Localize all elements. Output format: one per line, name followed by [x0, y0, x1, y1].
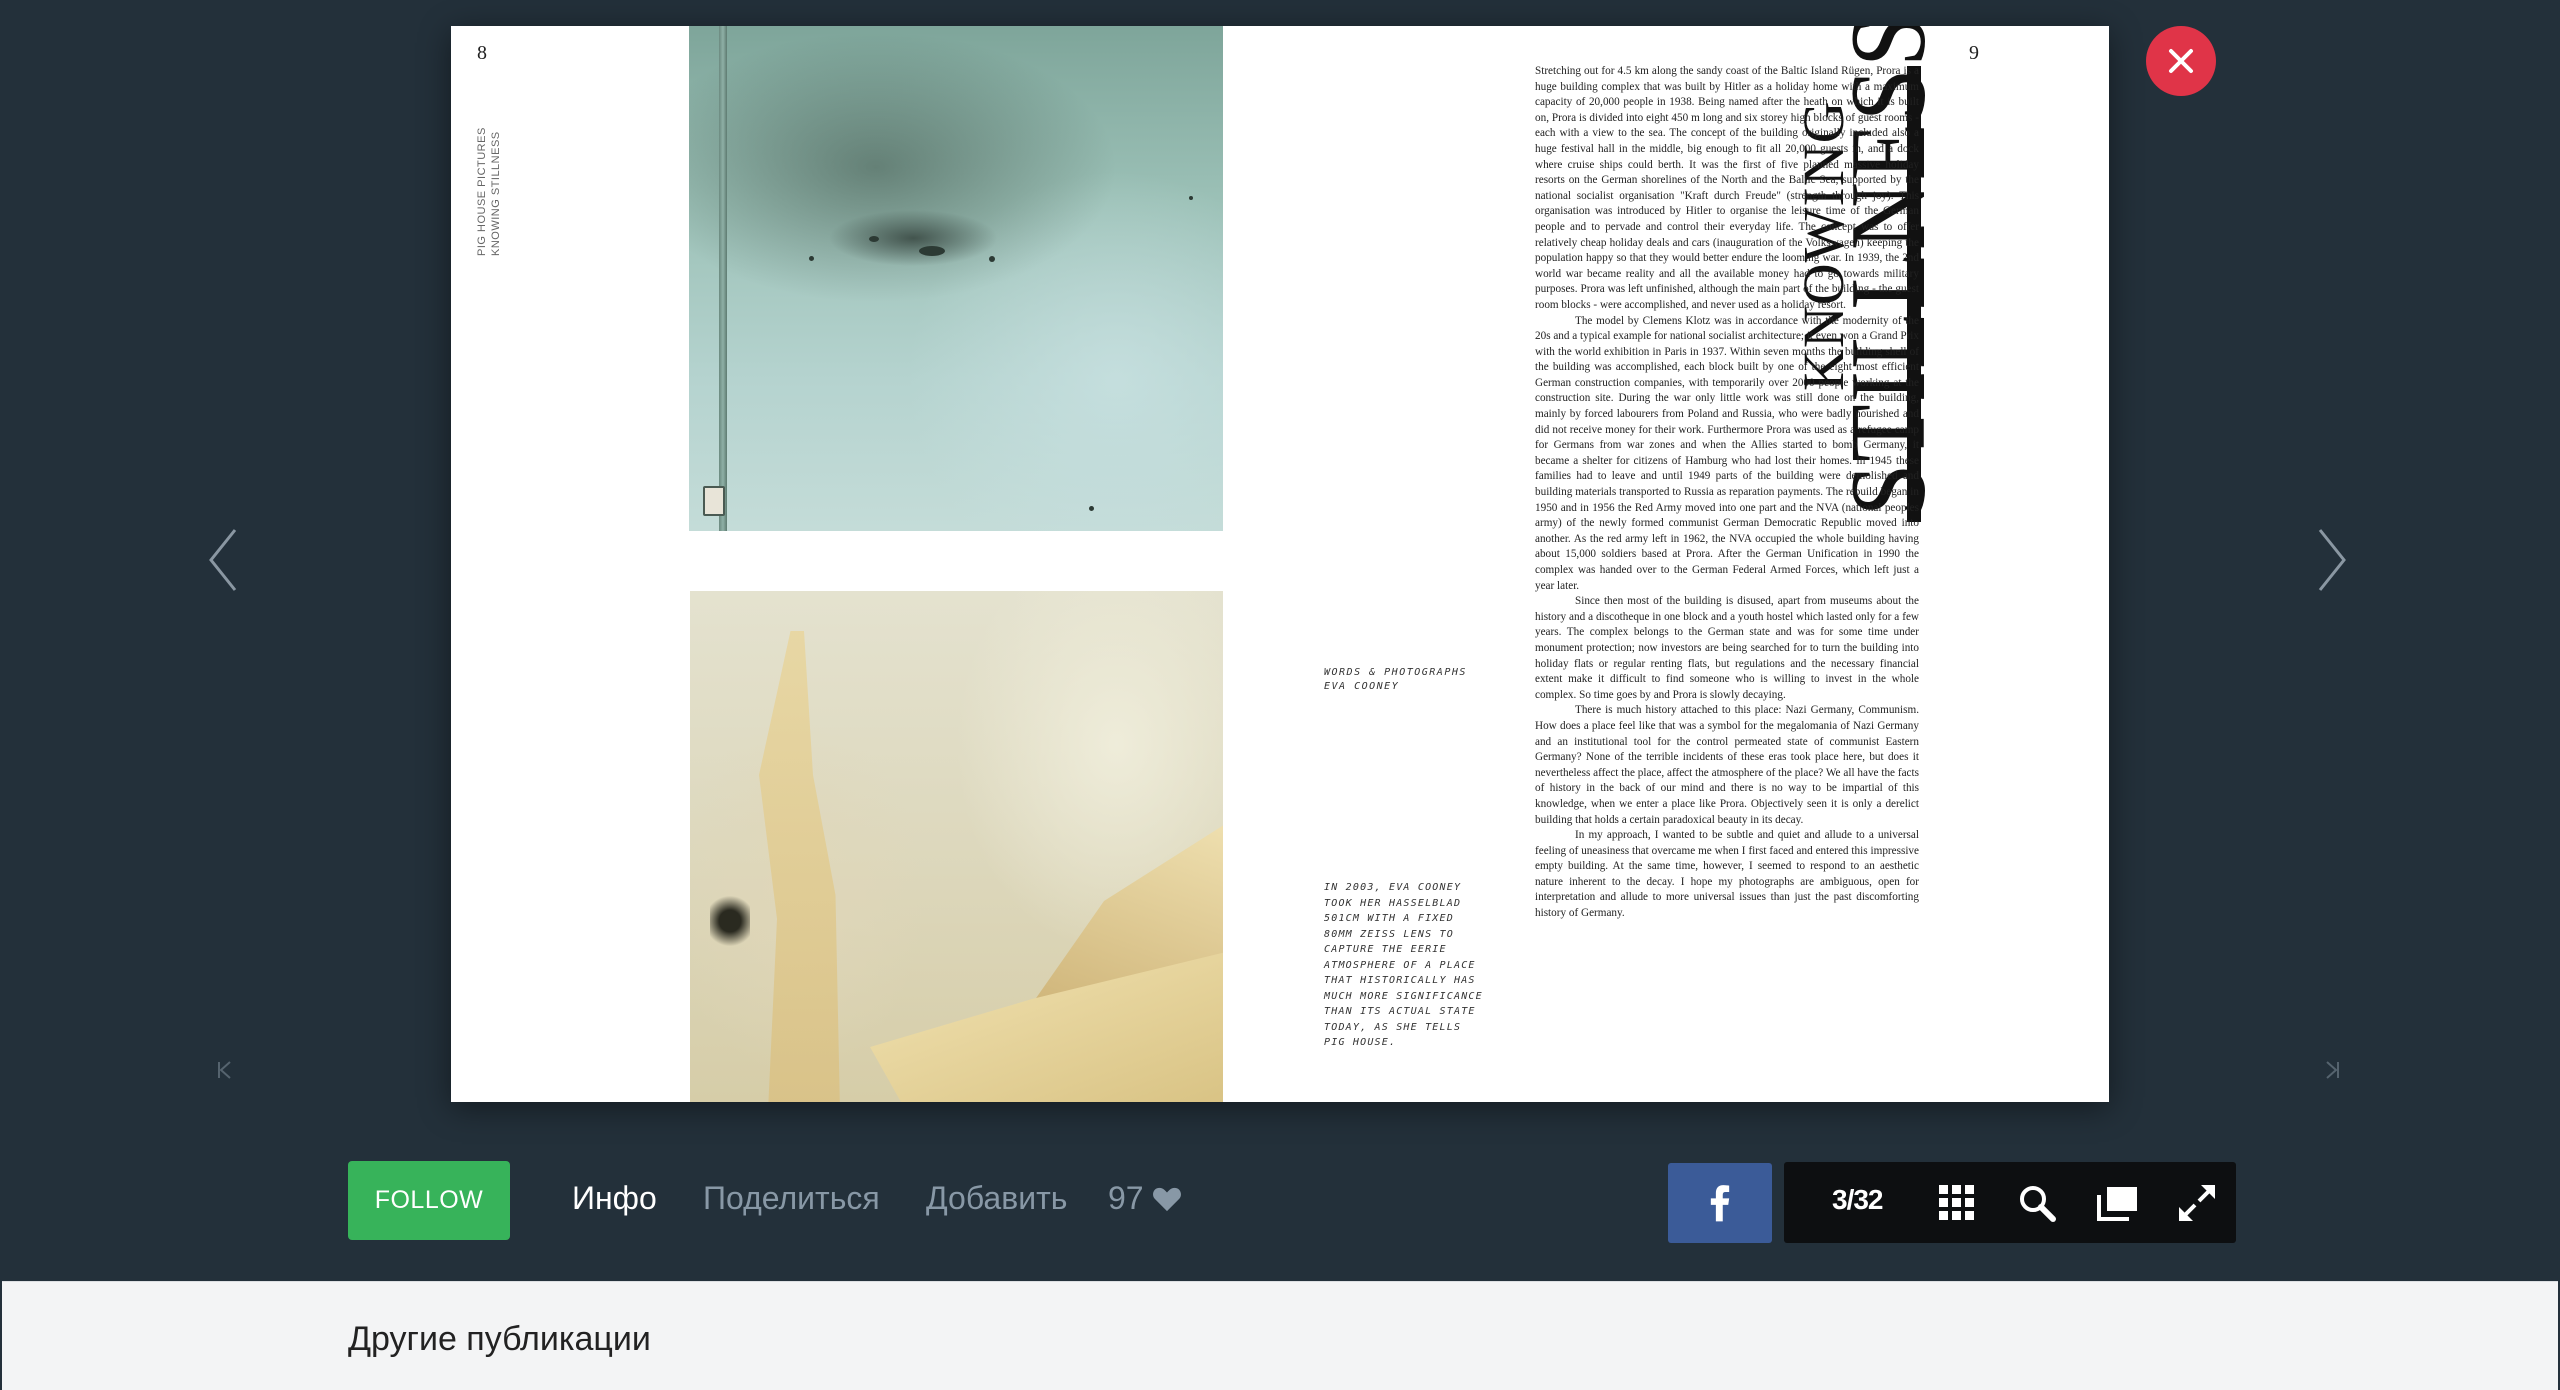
speck [989, 256, 995, 262]
pages-button[interactable] [2094, 1180, 2140, 1226]
intro-text: IN 2003, EVA COONEY TOOK HER HASSELBLAD … [1324, 882, 1483, 1048]
wall-socket [703, 486, 725, 516]
viewer-tools: 3/32 [1784, 1162, 2236, 1243]
speck [809, 256, 814, 261]
search-button[interactable] [2014, 1180, 2060, 1226]
last-page-icon [2326, 1061, 2339, 1079]
facebook-icon [1710, 1185, 1730, 1222]
tab-add[interactable]: Добавить [926, 1180, 1067, 1217]
next-page-button[interactable] [2310, 525, 2350, 595]
speck [1189, 196, 1193, 200]
previous-page-button[interactable] [205, 525, 245, 595]
running-head: PIG HOUSE PICTURES KNOWING STILLNESS [475, 116, 515, 276]
peeling-paint [759, 631, 840, 1102]
speck [919, 246, 945, 256]
left-page: 8 PIG HOUSE PICTURES KNOWING STILLNESS [451, 26, 1280, 1102]
likes-button[interactable]: 97 [1108, 1180, 1182, 1217]
page-spread[interactable]: 8 PIG HOUSE PICTURES KNOWING STILLNESS 9… [451, 26, 2109, 1102]
speck [1089, 506, 1094, 511]
stain [710, 891, 750, 951]
body-paragraph: Stretching out for 4.5 km along the sand… [1535, 65, 1919, 311]
body-paragraph: In my approach, I wanted to be subtle an… [1535, 829, 1919, 920]
speck [869, 236, 879, 242]
right-page-number: 9 [1969, 42, 1979, 64]
grid-view-button[interactable] [1934, 1180, 1980, 1226]
facebook-share-button[interactable] [1668, 1163, 1772, 1243]
peeling-paint [870, 951, 1223, 1102]
other-publications-panel: Другие публикации [2, 1281, 2558, 1390]
wall-photo-bottom [690, 591, 1223, 1102]
grid-icon [1939, 1185, 1974, 1220]
running-head-line-1: PIG HOUSE PICTURES [476, 127, 488, 256]
pages-icon [2097, 1187, 2137, 1221]
chevron-left-icon [209, 529, 237, 591]
body-paragraph: There is much history attached to this p… [1535, 704, 1919, 826]
search-icon [2020, 1186, 2056, 1222]
first-page-button[interactable] [216, 1058, 234, 1082]
fullscreen-button[interactable] [2174, 1180, 2220, 1226]
other-publications-heading: Другие публикации [348, 1320, 651, 1358]
left-page-number: 8 [477, 42, 487, 64]
body-paragraph: Since then most of the building is disus… [1535, 595, 1919, 701]
tab-share[interactable]: Поделиться [703, 1180, 880, 1217]
page-counter: 3/32 [1832, 1184, 1883, 1215]
heart-icon [1152, 1187, 1181, 1211]
running-head-line-2: KNOWING STILLNESS [490, 131, 502, 256]
tab-info[interactable]: Инфо [572, 1180, 657, 1217]
article-body: Stretching out for 4.5 km along the sand… [1535, 64, 1919, 922]
wall-photo-top [689, 26, 1223, 531]
last-page-button[interactable] [2323, 1058, 2341, 1082]
follow-button[interactable]: FOLLOW [348, 1161, 510, 1240]
likes-count: 97 [1108, 1180, 1144, 1216]
credits: WORDS & PHOTOGRAPHS EVA COONEY [1324, 667, 1467, 692]
magazine-viewer: 8 PIG HOUSE PICTURES KNOWING STILLNESS 9… [0, 0, 2560, 1280]
conduit-pipe [719, 26, 727, 531]
first-page-icon [218, 1061, 231, 1079]
chevron-right-icon [2318, 529, 2346, 591]
close-icon [2169, 49, 2193, 73]
fullscreen-icon [2179, 1185, 2215, 1221]
close-button[interactable] [2146, 26, 2216, 96]
body-paragraph: The model by Clemens Klotz was in accord… [1535, 314, 1919, 592]
